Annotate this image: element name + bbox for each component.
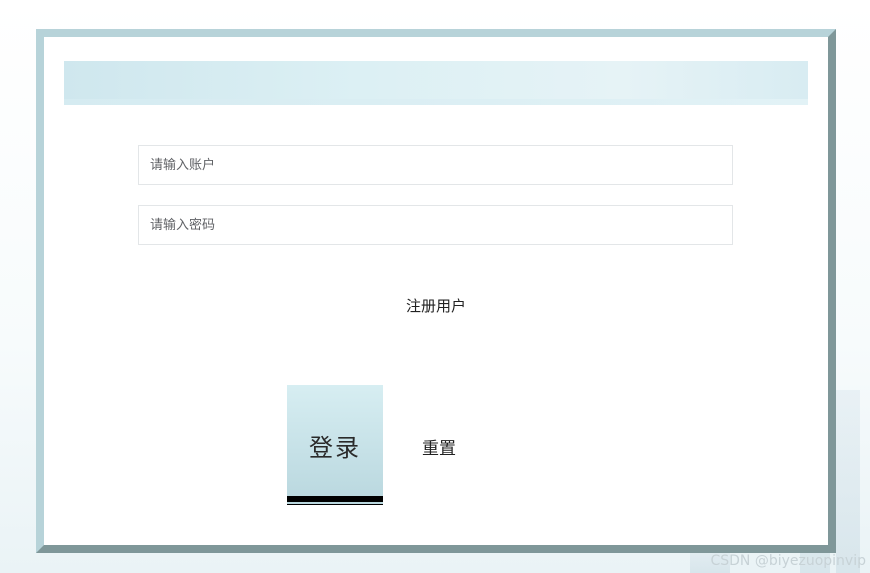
header-banner — [64, 61, 808, 105]
reset-button[interactable]: 重置 — [404, 432, 474, 460]
login-button[interactable]: 登录 — [287, 385, 383, 505]
watermark: CSDN @biyezuopinvip — [710, 553, 866, 569]
login-panel: 注册用户 登录 重置 — [36, 29, 836, 553]
register-link[interactable]: 注册用户 — [44, 295, 828, 316]
account-input[interactable] — [138, 145, 733, 185]
background-building — [836, 390, 860, 573]
password-input[interactable] — [138, 205, 733, 245]
